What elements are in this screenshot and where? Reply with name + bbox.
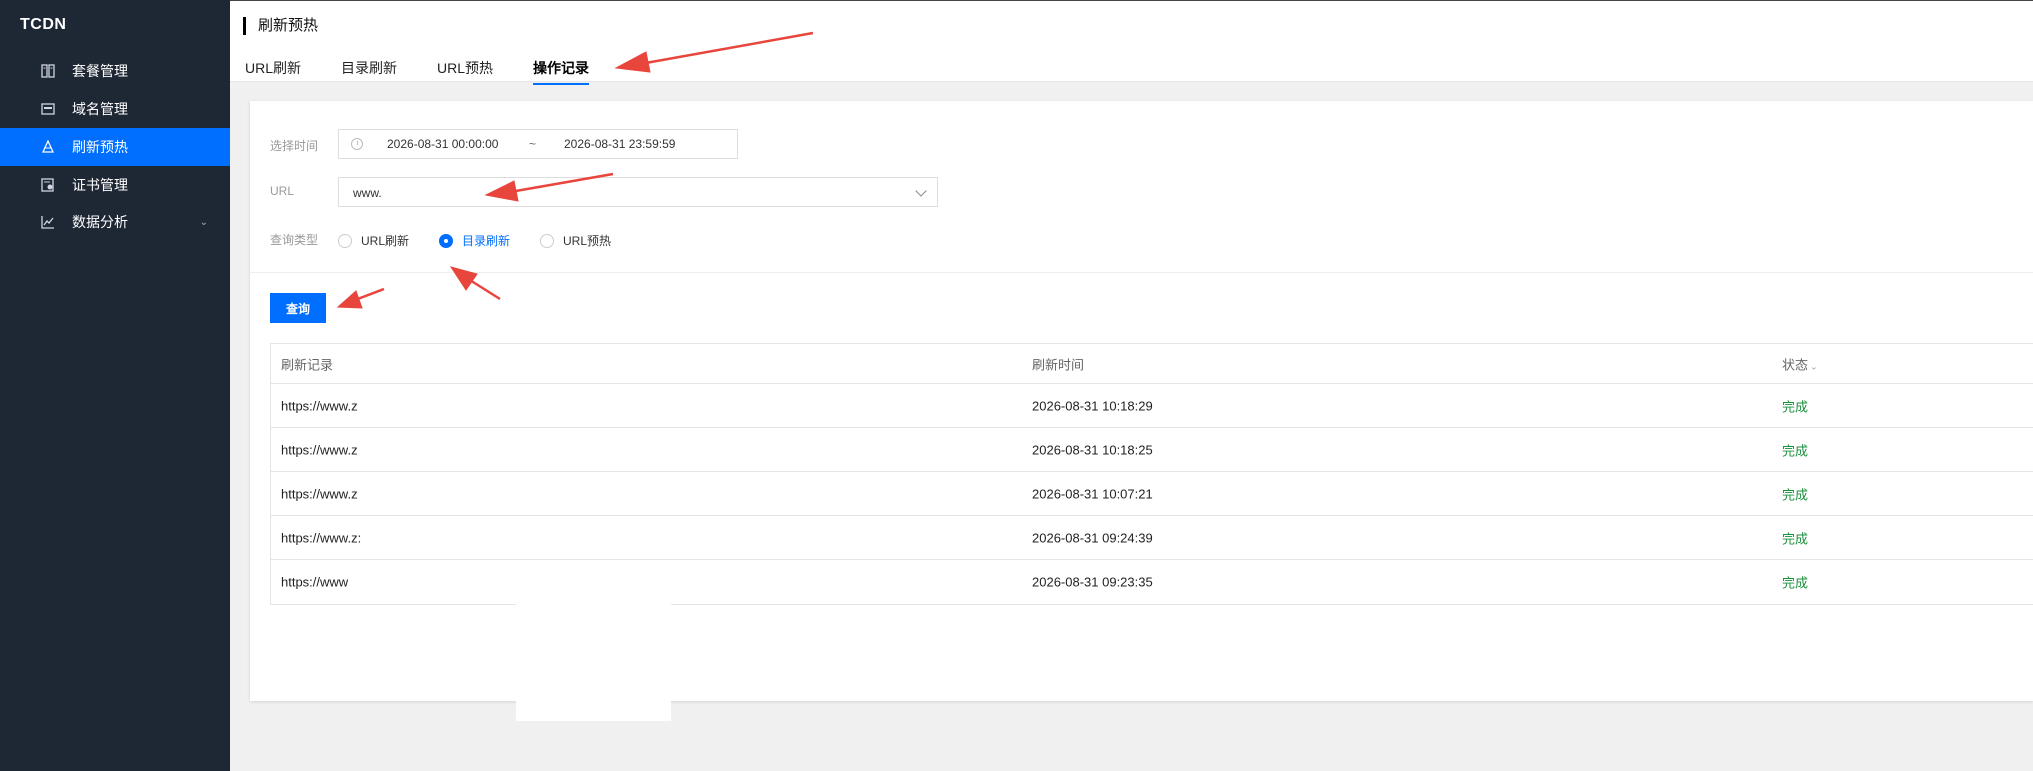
page-header: 刷新预热 URL刷新 目录刷新 URL预热 操作记录 <box>230 0 2033 85</box>
record-url: https://www.z <box>281 486 358 501</box>
redaction-patch <box>516 600 671 721</box>
chevron-down-icon[interactable]: ⌄ <box>200 217 208 228</box>
table-row: https://www 2026-08-31 09:23:35 完成 <box>271 560 2033 604</box>
record-time: 2026-08-31 09:23:35 <box>1032 574 1153 590</box>
column-header-time: 刷新时间 <box>1032 357 1085 372</box>
radio-label: 目录刷新 <box>462 234 511 248</box>
package-icon <box>40 63 56 79</box>
record-time: 2026-08-31 10:18:25 <box>1032 442 1153 457</box>
sidebar-item-label: 套餐管理 <box>72 63 128 79</box>
tab-directory-refresh[interactable]: 目录刷新 <box>341 58 397 85</box>
column-header-record: 刷新记录 <box>281 357 334 372</box>
record-url: https://www.z <box>281 398 358 413</box>
radio-label: URL预热 <box>563 234 612 248</box>
status-badge: 完成 <box>1782 487 1809 502</box>
status-badge: 完成 <box>1782 575 1809 591</box>
record-url: https://www.z <box>281 442 358 457</box>
chart-icon <box>40 214 56 230</box>
record-time: 2026-08-31 10:18:29 <box>1032 398 1153 413</box>
query-button[interactable]: 查询 <box>270 293 326 323</box>
start-time[interactable]: 2026-08-31 00:00:00 <box>387 137 498 151</box>
table-row: https://www.z 2026-08-31 10:18:29 完成 <box>271 384 2033 428</box>
sidebar-item-certificate[interactable]: 证书管理 <box>0 166 230 204</box>
sidebar: TCDN 套餐管理 域名管理 刷新预热 证书管理 数据分析 ⌄ <box>0 0 230 771</box>
records-table: 刷新记录 刷新时间 状态 ⌄ https://www.z 2026-08-31 1… <box>270 343 2033 605</box>
status-badge: 完成 <box>1782 443 1809 458</box>
sidebar-item-label: 证书管理 <box>72 177 128 193</box>
radio-circle[interactable] <box>540 233 554 248</box>
tab-url-refresh[interactable]: URL刷新 <box>245 58 301 85</box>
tab-url-preheat[interactable]: URL预热 <box>437 58 493 85</box>
query-type-label: 查询类型 <box>270 233 319 247</box>
url-label: URL <box>270 184 295 198</box>
radio-circle[interactable] <box>338 233 352 248</box>
table-row: https://www.z 2026-08-31 10:18:25 完成 <box>271 428 2033 472</box>
tab-operation-log[interactable]: 操作记录 <box>533 58 590 85</box>
column-header-status[interactable]: 状态 ⌄ <box>1782 354 1818 373</box>
radio-circle[interactable] <box>439 233 453 248</box>
range-separator: ~ <box>529 137 537 151</box>
end-time[interactable]: 2026-08-31 23:59:59 <box>564 137 675 151</box>
page-title: 刷新预热 <box>243 17 318 35</box>
sidebar-item-label: 数据分析 <box>72 214 128 230</box>
divider <box>250 272 2033 273</box>
table-row: https://www.z 2026-08-31 10:07:21 完成 <box>271 472 2033 516</box>
chevron-down-icon[interactable] <box>915 185 927 197</box>
record-url: https://www <box>281 574 349 590</box>
status-badge: 完成 <box>1782 531 1809 546</box>
table-row: https://www.z: 2026-08-31 09:24:39 完成 <box>271 516 2033 560</box>
brand-logo: TCDN <box>20 16 67 33</box>
sidebar-item-data-analysis[interactable]: 数据分析 ⌄ <box>0 203 230 241</box>
sidebar-item-label: 刷新预热 <box>72 139 128 155</box>
radio-url-preheat[interactable]: URL预热 <box>540 232 611 249</box>
url-select[interactable]: www. <box>338 177 938 207</box>
record-time: 2026-08-31 09:24:39 <box>1032 530 1153 545</box>
certificate-icon <box>40 177 56 193</box>
radio-url-refresh[interactable]: URL刷新 <box>338 232 409 249</box>
status-header-label: 状态 <box>1782 357 1809 372</box>
url-value: www. <box>353 186 382 200</box>
table-header: 刷新记录 刷新时间 状态 ⌄ <box>271 344 2033 384</box>
domain-icon <box>40 101 56 117</box>
sidebar-item-refresh-preheat[interactable]: 刷新预热 <box>0 128 230 166</box>
date-range-picker[interactable]: 2026-08-31 00:00:00 ~ 2026-08-31 23:59:5… <box>338 129 738 159</box>
clock-icon <box>351 138 363 150</box>
sidebar-item-package[interactable]: 套餐管理 <box>0 52 230 90</box>
tab-bar: URL刷新 目录刷新 URL预热 操作记录 <box>245 58 629 85</box>
sidebar-item-domain[interactable]: 域名管理 <box>0 90 230 128</box>
record-url: https://www.z: <box>281 530 362 545</box>
time-label: 选择时间 <box>270 139 319 153</box>
radio-label: URL刷新 <box>361 234 410 248</box>
status-badge: 完成 <box>1782 399 1809 414</box>
sidebar-item-label: 域名管理 <box>72 101 128 117</box>
refresh-icon <box>40 139 56 155</box>
sort-chevron-icon[interactable]: ⌄ <box>1810 361 1818 371</box>
record-time: 2026-08-31 10:07:21 <box>1032 486 1153 501</box>
radio-directory-refresh[interactable]: 目录刷新 <box>439 232 510 249</box>
